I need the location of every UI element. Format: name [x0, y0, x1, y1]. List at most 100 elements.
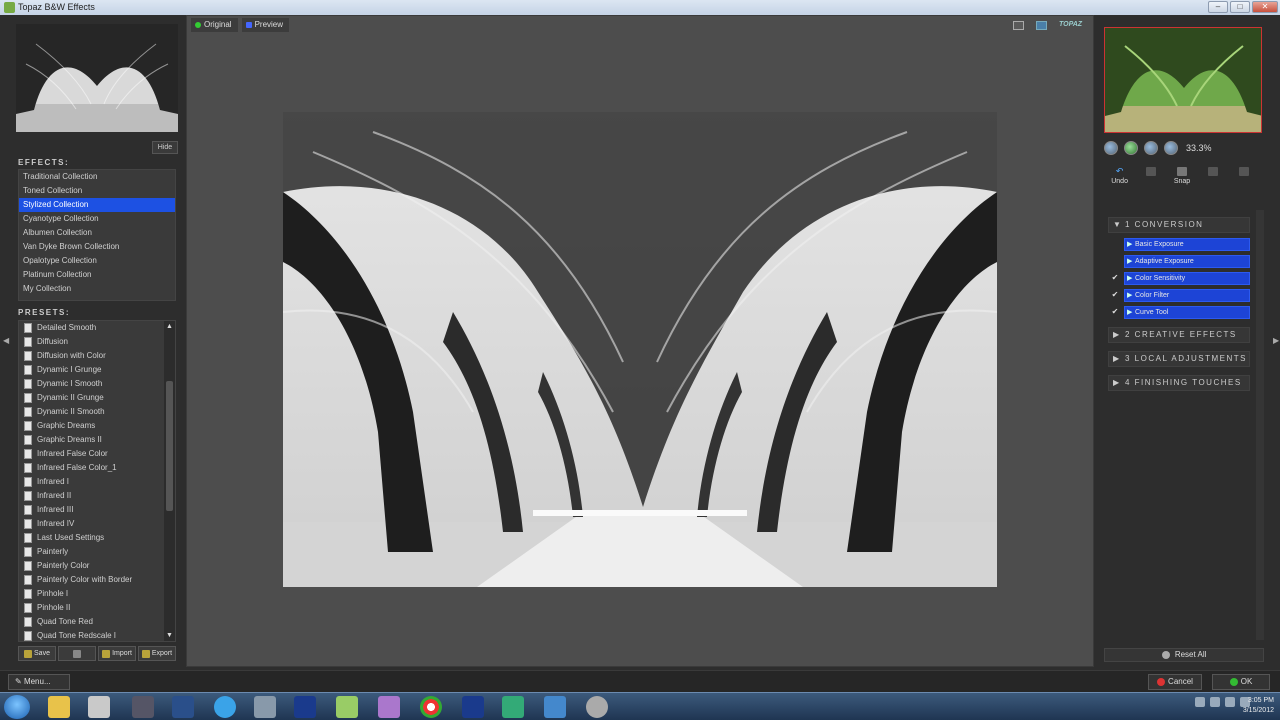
preset-item[interactable]: Diffusion with Color [19, 349, 165, 363]
app-icon-1[interactable] [132, 696, 154, 718]
photoshop-icon-2[interactable] [462, 696, 484, 718]
preset-item[interactable]: Infrared False Color_1 [19, 461, 165, 475]
preset-item[interactable]: Detailed Smooth [19, 321, 165, 335]
ok-button[interactable]: OK [1212, 674, 1270, 690]
scroll-down-arrow-icon[interactable]: ▼ [165, 631, 174, 640]
tray-icon-1[interactable] [1195, 697, 1205, 707]
preset-item[interactable]: Dynamic II Smooth [19, 405, 165, 419]
section-conversion[interactable]: ▼ 1 CONVERSION [1108, 217, 1250, 233]
preset-item[interactable]: Quad Tone Redscale I [19, 629, 165, 641]
panel-curve-tool[interactable]: ▶ Curve Tool [1124, 306, 1250, 319]
section-finishing-touches[interactable]: ▶ 4 FINISHING TOUCHES [1108, 375, 1250, 391]
tray-icon-3[interactable] [1225, 697, 1235, 707]
effect-item[interactable]: Platinum Collection [19, 268, 175, 282]
preset-file-icon [24, 533, 32, 543]
section-creative-effects[interactable]: ▶ 2 CREATIVE EFFECTS [1108, 327, 1250, 343]
maximize-button[interactable]: □ [1230, 1, 1250, 13]
preset-item[interactable]: Painterly Color with Border [19, 573, 165, 587]
panel-color-sensitivity[interactable]: ▶ Color Sensitivity [1124, 272, 1250, 285]
zoom-in-icon[interactable] [1124, 141, 1138, 155]
app-icon-6[interactable] [378, 696, 400, 718]
preset-item[interactable]: Infrared False Color [19, 447, 165, 461]
app-icon-3[interactable] [214, 696, 236, 718]
photoshop-icon[interactable] [294, 696, 316, 718]
tab-original[interactable]: Original [191, 18, 238, 32]
chrome-icon[interactable] [420, 696, 442, 718]
app-icon-8[interactable] [586, 696, 608, 718]
import-button[interactable]: Import [98, 646, 136, 661]
system-clock[interactable]: 3:05 PM 3/15/2012 [1243, 696, 1274, 716]
preset-item[interactable]: Dynamic II Grunge [19, 391, 165, 405]
delete-button[interactable] [58, 646, 96, 661]
reset-all-button[interactable]: Reset All [1104, 648, 1264, 662]
cancel-button[interactable]: Cancel [1148, 674, 1202, 690]
panel-adaptive-exposure[interactable]: ▶ Adaptive Exposure [1124, 255, 1250, 268]
navigator-thumbnail[interactable] [1104, 27, 1262, 133]
preset-item[interactable]: Last Used Settings [19, 531, 165, 545]
tray-icon-2[interactable] [1210, 697, 1220, 707]
panel-basic-exposure[interactable]: ▶ Basic Exposure [1124, 238, 1250, 251]
preset-item[interactable]: Graphic Dreams II [19, 433, 165, 447]
scroll-up-arrow-icon[interactable]: ▲ [165, 322, 174, 331]
preset-item[interactable]: Infrared III [19, 503, 165, 517]
effect-item[interactable]: Van Dyke Brown Collection [19, 240, 175, 254]
section-local-adjustments[interactable]: ▶ 3 LOCAL ADJUSTMENTS [1108, 351, 1250, 367]
preset-item[interactable]: Infrared II [19, 489, 165, 503]
preset-item[interactable]: Diffusion [19, 335, 165, 349]
save-button[interactable]: Save [18, 646, 56, 661]
explorer-icon[interactable] [48, 696, 70, 718]
single-view-icon[interactable] [1013, 20, 1024, 30]
app-icon-7[interactable] [502, 696, 524, 718]
snap-button[interactable]: Snap [1166, 167, 1197, 191]
export-button[interactable]: Export [138, 646, 176, 661]
effect-item[interactable]: Cyanotype Collection [19, 212, 175, 226]
preset-item[interactable]: Pinhole I [19, 587, 165, 601]
tab-preview[interactable]: Preview [241, 18, 290, 32]
effect-item[interactable]: My Collection [19, 282, 175, 296]
zoom-out-icon[interactable] [1104, 141, 1118, 155]
undo-button[interactable]: ↶ Undo [1104, 167, 1135, 191]
compare-button[interactable] [1198, 167, 1229, 191]
effect-item[interactable]: Stylized Collection [19, 198, 175, 212]
main-photo-preview[interactable] [283, 112, 997, 587]
effect-item[interactable]: Toned Collection [19, 184, 175, 198]
collapse-left-arrow-icon[interactable]: ◀ [3, 336, 9, 345]
zoom-actual-icon[interactable] [1164, 141, 1178, 155]
topaz-taskbar-icon[interactable] [544, 696, 566, 718]
preset-item[interactable]: Painterly Color [19, 559, 165, 573]
panel-color-filter[interactable]: ▶ Color Filter [1124, 289, 1250, 302]
effect-item[interactable]: Traditional Collection [19, 170, 175, 184]
preset-item[interactable]: Infrared I [19, 475, 165, 489]
history-button[interactable] [1229, 167, 1260, 191]
app-icon-4[interactable] [254, 696, 276, 718]
zoom-fit-icon[interactable] [1144, 141, 1158, 155]
scrollbar-thumb[interactable] [166, 381, 173, 511]
redo-button[interactable] [1135, 167, 1166, 191]
color-filter-checkbox[interactable]: ✔ [1110, 290, 1120, 300]
presets-scrollbar[interactable]: ▲ ▼ [164, 321, 175, 641]
menu-button[interactable]: ✎ Menu... [8, 674, 70, 690]
preset-item[interactable]: Pinhole II [19, 601, 165, 615]
hide-button[interactable]: Hide [152, 141, 178, 154]
close-button[interactable]: ✕ [1252, 1, 1278, 13]
curve-tool-checkbox[interactable]: ✔ [1110, 307, 1120, 317]
app-icon-5[interactable] [336, 696, 358, 718]
preset-item[interactable]: Infrared IV [19, 517, 165, 531]
split-view-icon[interactable] [1036, 20, 1047, 30]
preset-item[interactable]: Graphic Dreams [19, 419, 165, 433]
panel-scrollbar[interactable] [1256, 210, 1264, 640]
media-player-icon[interactable] [88, 696, 110, 718]
minimize-button[interactable]: – [1208, 1, 1228, 13]
effect-item[interactable]: Opalotype Collection [19, 254, 175, 268]
preset-item[interactable]: Quad Tone Red [19, 615, 165, 629]
collapse-right-arrow-icon[interactable]: ▶ [1273, 336, 1279, 345]
adaptive-exposure-checkbox[interactable] [1110, 256, 1120, 266]
app-icon-2[interactable] [172, 696, 194, 718]
color-sensitivity-checkbox[interactable]: ✔ [1110, 273, 1120, 283]
preset-item[interactable]: Painterly [19, 545, 165, 559]
basic-exposure-checkbox[interactable] [1110, 239, 1120, 249]
preset-item[interactable]: Dynamic I Grunge [19, 363, 165, 377]
effect-item[interactable]: Albumen Collection [19, 226, 175, 240]
preset-item[interactable]: Dynamic I Smooth [19, 377, 165, 391]
start-button[interactable] [4, 695, 30, 719]
